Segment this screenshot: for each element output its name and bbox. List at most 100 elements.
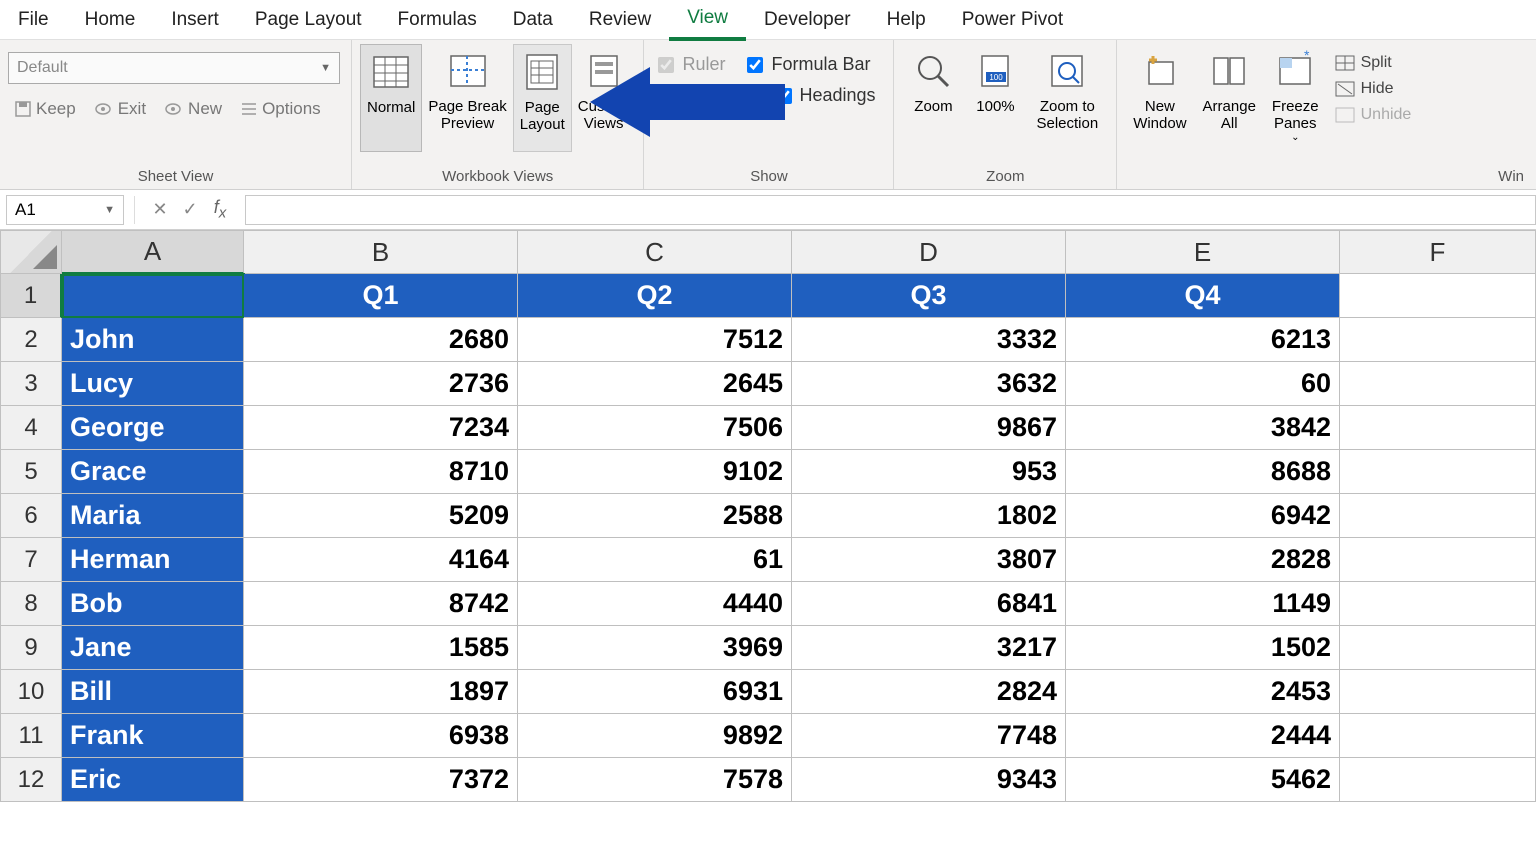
cell-F8[interactable] [1340, 582, 1536, 626]
col-header-A[interactable]: A [62, 230, 244, 274]
cell-F7[interactable] [1340, 538, 1536, 582]
cell-E6[interactable]: 6942 [1066, 494, 1340, 538]
cell-E2[interactable]: 6213 [1066, 318, 1340, 362]
cell-C8[interactable]: 4440 [518, 582, 792, 626]
cell-C1[interactable]: Q2 [518, 274, 792, 318]
cell-E10[interactable]: 2453 [1066, 670, 1340, 714]
cell-D8[interactable]: 6841 [792, 582, 1066, 626]
cell-D12[interactable]: 9343 [792, 758, 1066, 802]
cell-E4[interactable]: 3842 [1066, 406, 1340, 450]
insert-function-button[interactable]: fx [205, 197, 235, 222]
cell-C9[interactable]: 3969 [518, 626, 792, 670]
row-header-6[interactable]: 6 [0, 494, 62, 538]
arrange-all-button[interactable]: Arrange All [1195, 44, 1264, 152]
tab-developer[interactable]: Developer [746, 1, 869, 39]
row-header-4[interactable]: 4 [0, 406, 62, 450]
cell-F12[interactable] [1340, 758, 1536, 802]
cell-F10[interactable] [1340, 670, 1536, 714]
cell-A4[interactable]: George [62, 406, 244, 450]
cell-B12[interactable]: 7372 [244, 758, 518, 802]
tab-view[interactable]: View [669, 0, 746, 41]
tab-insert[interactable]: Insert [153, 1, 237, 39]
cell-A10[interactable]: Bill [62, 670, 244, 714]
hide-button[interactable]: Hide [1331, 78, 1416, 100]
tab-data[interactable]: Data [495, 1, 571, 39]
cell-D5[interactable]: 953 [792, 450, 1066, 494]
cell-B10[interactable]: 1897 [244, 670, 518, 714]
cell-F1[interactable] [1340, 274, 1536, 318]
formula-input[interactable] [245, 195, 1536, 225]
zoom-100-button[interactable]: 100 100% [964, 44, 1026, 152]
tab-power-pivot[interactable]: Power Pivot [944, 1, 1081, 39]
cell-E11[interactable]: 2444 [1066, 714, 1340, 758]
cell-C4[interactable]: 7506 [518, 406, 792, 450]
new-button[interactable]: New [158, 96, 228, 122]
sheet-view-select[interactable]: Default ▼ [8, 52, 340, 84]
tab-formulas[interactable]: Formulas [380, 1, 495, 39]
cell-F4[interactable] [1340, 406, 1536, 450]
enter-formula-button[interactable]: ✓ [175, 199, 205, 220]
cell-B8[interactable]: 8742 [244, 582, 518, 626]
normal-view-button[interactable]: Normal [360, 44, 422, 152]
cell-D1[interactable]: Q3 [792, 274, 1066, 318]
cell-F11[interactable] [1340, 714, 1536, 758]
cell-A1[interactable] [62, 274, 244, 318]
col-header-E[interactable]: E [1066, 230, 1340, 274]
cell-E5[interactable]: 8688 [1066, 450, 1340, 494]
cell-B9[interactable]: 1585 [244, 626, 518, 670]
cell-D10[interactable]: 2824 [792, 670, 1066, 714]
cell-E7[interactable]: 2828 [1066, 538, 1340, 582]
cell-E1[interactable]: Q4 [1066, 274, 1340, 318]
cell-D7[interactable]: 3807 [792, 538, 1066, 582]
cell-B2[interactable]: 2680 [244, 318, 518, 362]
cell-F5[interactable] [1340, 450, 1536, 494]
cell-F9[interactable] [1340, 626, 1536, 670]
cell-D4[interactable]: 9867 [792, 406, 1066, 450]
cell-A6[interactable]: Maria [62, 494, 244, 538]
cell-D3[interactable]: 3632 [792, 362, 1066, 406]
tab-review[interactable]: Review [571, 1, 669, 39]
cell-A8[interactable]: Bob [62, 582, 244, 626]
cell-A3[interactable]: Lucy [62, 362, 244, 406]
cell-B6[interactable]: 5209 [244, 494, 518, 538]
cell-A5[interactable]: Grace [62, 450, 244, 494]
cell-A12[interactable]: Eric [62, 758, 244, 802]
new-window-button[interactable]: New Window [1125, 44, 1194, 152]
cell-E12[interactable]: 5462 [1066, 758, 1340, 802]
row-header-12[interactable]: 12 [0, 758, 62, 802]
cell-B7[interactable]: 4164 [244, 538, 518, 582]
cell-C7[interactable]: 61 [518, 538, 792, 582]
unhide-button[interactable]: Unhide [1331, 104, 1416, 126]
row-header-11[interactable]: 11 [0, 714, 62, 758]
cell-E8[interactable]: 1149 [1066, 582, 1340, 626]
chevron-down-icon[interactable]: ▼ [104, 204, 115, 216]
cell-B3[interactable]: 2736 [244, 362, 518, 406]
col-header-F[interactable]: F [1340, 230, 1536, 274]
cell-A7[interactable]: Herman [62, 538, 244, 582]
cell-B1[interactable]: Q1 [244, 274, 518, 318]
cell-A9[interactable]: Jane [62, 626, 244, 670]
cell-C12[interactable]: 7578 [518, 758, 792, 802]
exit-button[interactable]: Exit [88, 96, 152, 122]
cell-F3[interactable] [1340, 362, 1536, 406]
cell-B11[interactable]: 6938 [244, 714, 518, 758]
cell-A11[interactable]: Frank [62, 714, 244, 758]
cell-D6[interactable]: 1802 [792, 494, 1066, 538]
cell-E9[interactable]: 1502 [1066, 626, 1340, 670]
name-box[interactable]: A1 ▼ [6, 195, 124, 225]
row-header-3[interactable]: 3 [0, 362, 62, 406]
cell-C3[interactable]: 2645 [518, 362, 792, 406]
cell-C10[interactable]: 6931 [518, 670, 792, 714]
row-header-5[interactable]: 5 [0, 450, 62, 494]
zoom-button[interactable]: Zoom [902, 44, 964, 152]
row-header-1[interactable]: 1 [0, 274, 62, 318]
cell-C11[interactable]: 9892 [518, 714, 792, 758]
headings-checkbox[interactable]: Headings [776, 85, 876, 106]
zoom-to-selection-button[interactable]: Zoom to Selection [1026, 44, 1108, 152]
cell-D9[interactable]: 3217 [792, 626, 1066, 670]
cell-B5[interactable]: 8710 [244, 450, 518, 494]
cell-D11[interactable]: 7748 [792, 714, 1066, 758]
cell-E3[interactable]: 60 [1066, 362, 1340, 406]
tab-help[interactable]: Help [869, 1, 944, 39]
tab-file[interactable]: File [0, 1, 67, 39]
